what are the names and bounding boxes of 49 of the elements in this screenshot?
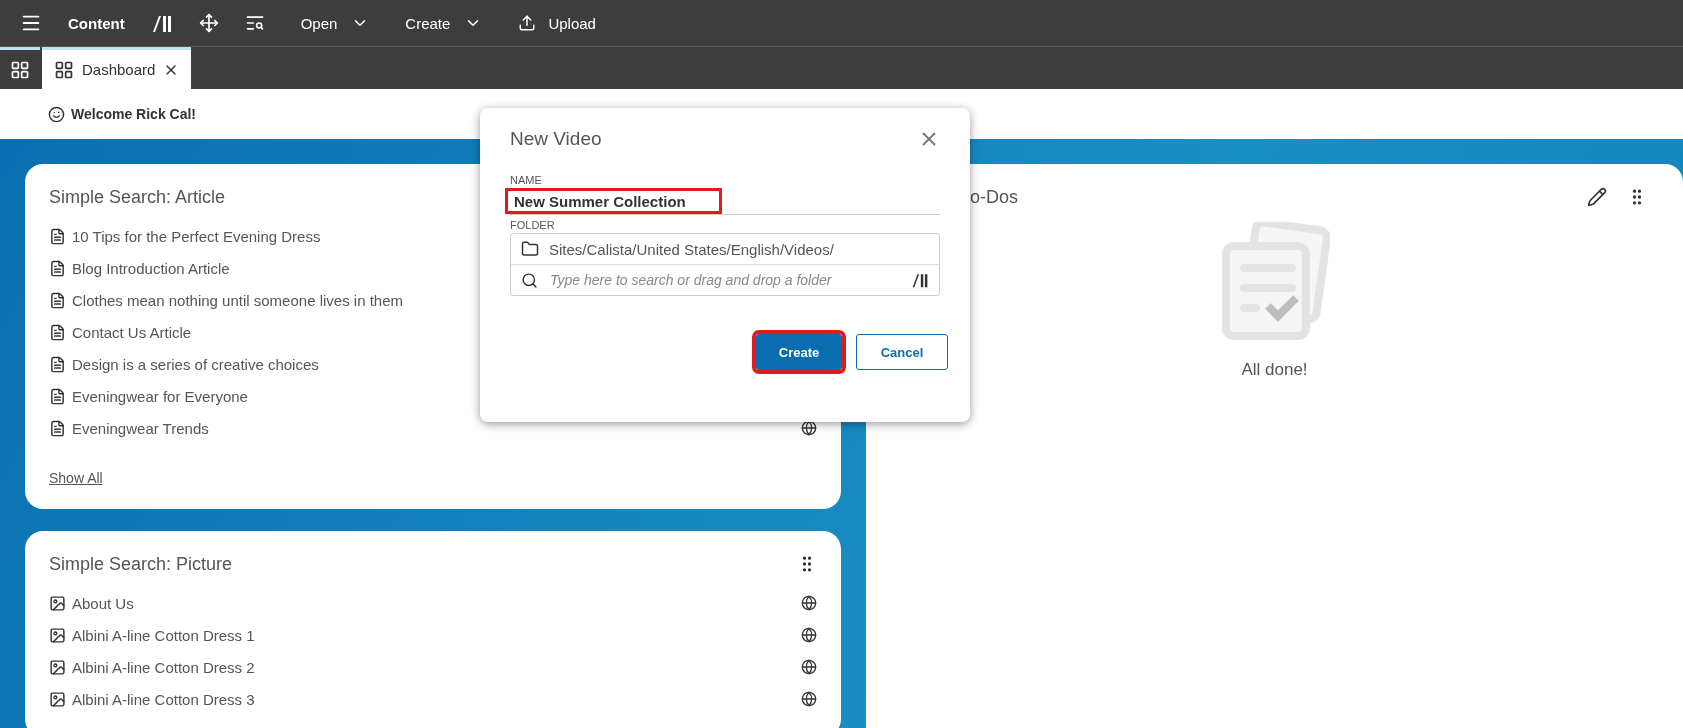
folder-picker[interactable]: Sites/Calista/United States/English/Videos/ Type here to search or drag and drop a folder [510, 233, 940, 296]
document-icon [49, 387, 66, 405]
image-icon [49, 690, 66, 708]
dialog-title: New Video [510, 128, 602, 150]
list-search-button[interactable] [244, 13, 265, 33]
dropdown-menu[interactable]: Create [405, 14, 483, 32]
empty-state-text: All done! [1241, 360, 1308, 380]
document-icon [49, 419, 66, 437]
result-link[interactable]: Eveningwear Trends [72, 419, 795, 437]
globe-icon[interactable] [801, 627, 817, 643]
grid-icon [54, 59, 74, 80]
field-label: FOLDER [510, 219, 556, 231]
globe-icon[interactable] [801, 595, 817, 611]
document-icon [49, 291, 66, 309]
cancel-button[interactable]: Cancel [856, 334, 948, 370]
show-all-link[interactable]: Show All [49, 470, 103, 486]
document-icon [49, 227, 66, 245]
widget-title: Simple Search: Picture [49, 553, 233, 575]
globe-icon[interactable] [801, 659, 817, 675]
folder-icon [521, 240, 539, 258]
name-input-field[interactable]: New Summer Collection [505, 188, 722, 214]
document-icon [49, 323, 66, 341]
smiley-icon [48, 105, 65, 123]
result-link[interactable]: Albini A-line Cotton Dress 3 [72, 690, 795, 708]
field-label: NAME [510, 174, 543, 186]
widget-title: Simple Search: Article [49, 186, 226, 208]
widget-title: o-Dos [970, 186, 1018, 208]
result-link[interactable]: About Us [72, 594, 795, 612]
folder-path: Sites/Calista/United States/English/Videos/ [549, 240, 834, 258]
image-icon [49, 594, 66, 612]
image-icon [49, 658, 66, 676]
globe-icon[interactable] [801, 691, 817, 707]
document-icon [49, 355, 66, 373]
upload-icon [518, 14, 537, 32]
result-link[interactable]: Albini A-line Cotton Dress 2 [72, 658, 795, 676]
upload-button[interactable]: Upload [518, 14, 596, 32]
result-link[interactable]: Albini A-line Cotton Dress 1 [72, 626, 795, 644]
document-icon [49, 259, 66, 277]
image-icon [49, 626, 66, 644]
edit-icon[interactable] [1587, 187, 1607, 207]
welcome-text: Welcome Rick Cal! [71, 106, 196, 122]
dashboard-tab[interactable]: Dashboard [42, 47, 192, 89]
dropdown-menu[interactable]: Open [300, 14, 370, 32]
globe-icon[interactable] [801, 420, 817, 436]
search-icon [521, 271, 538, 289]
app-title: Content [68, 14, 125, 32]
library-logo-icon[interactable] [911, 271, 929, 289]
move-button[interactable] [198, 13, 219, 33]
grid-icon [10, 59, 30, 80]
